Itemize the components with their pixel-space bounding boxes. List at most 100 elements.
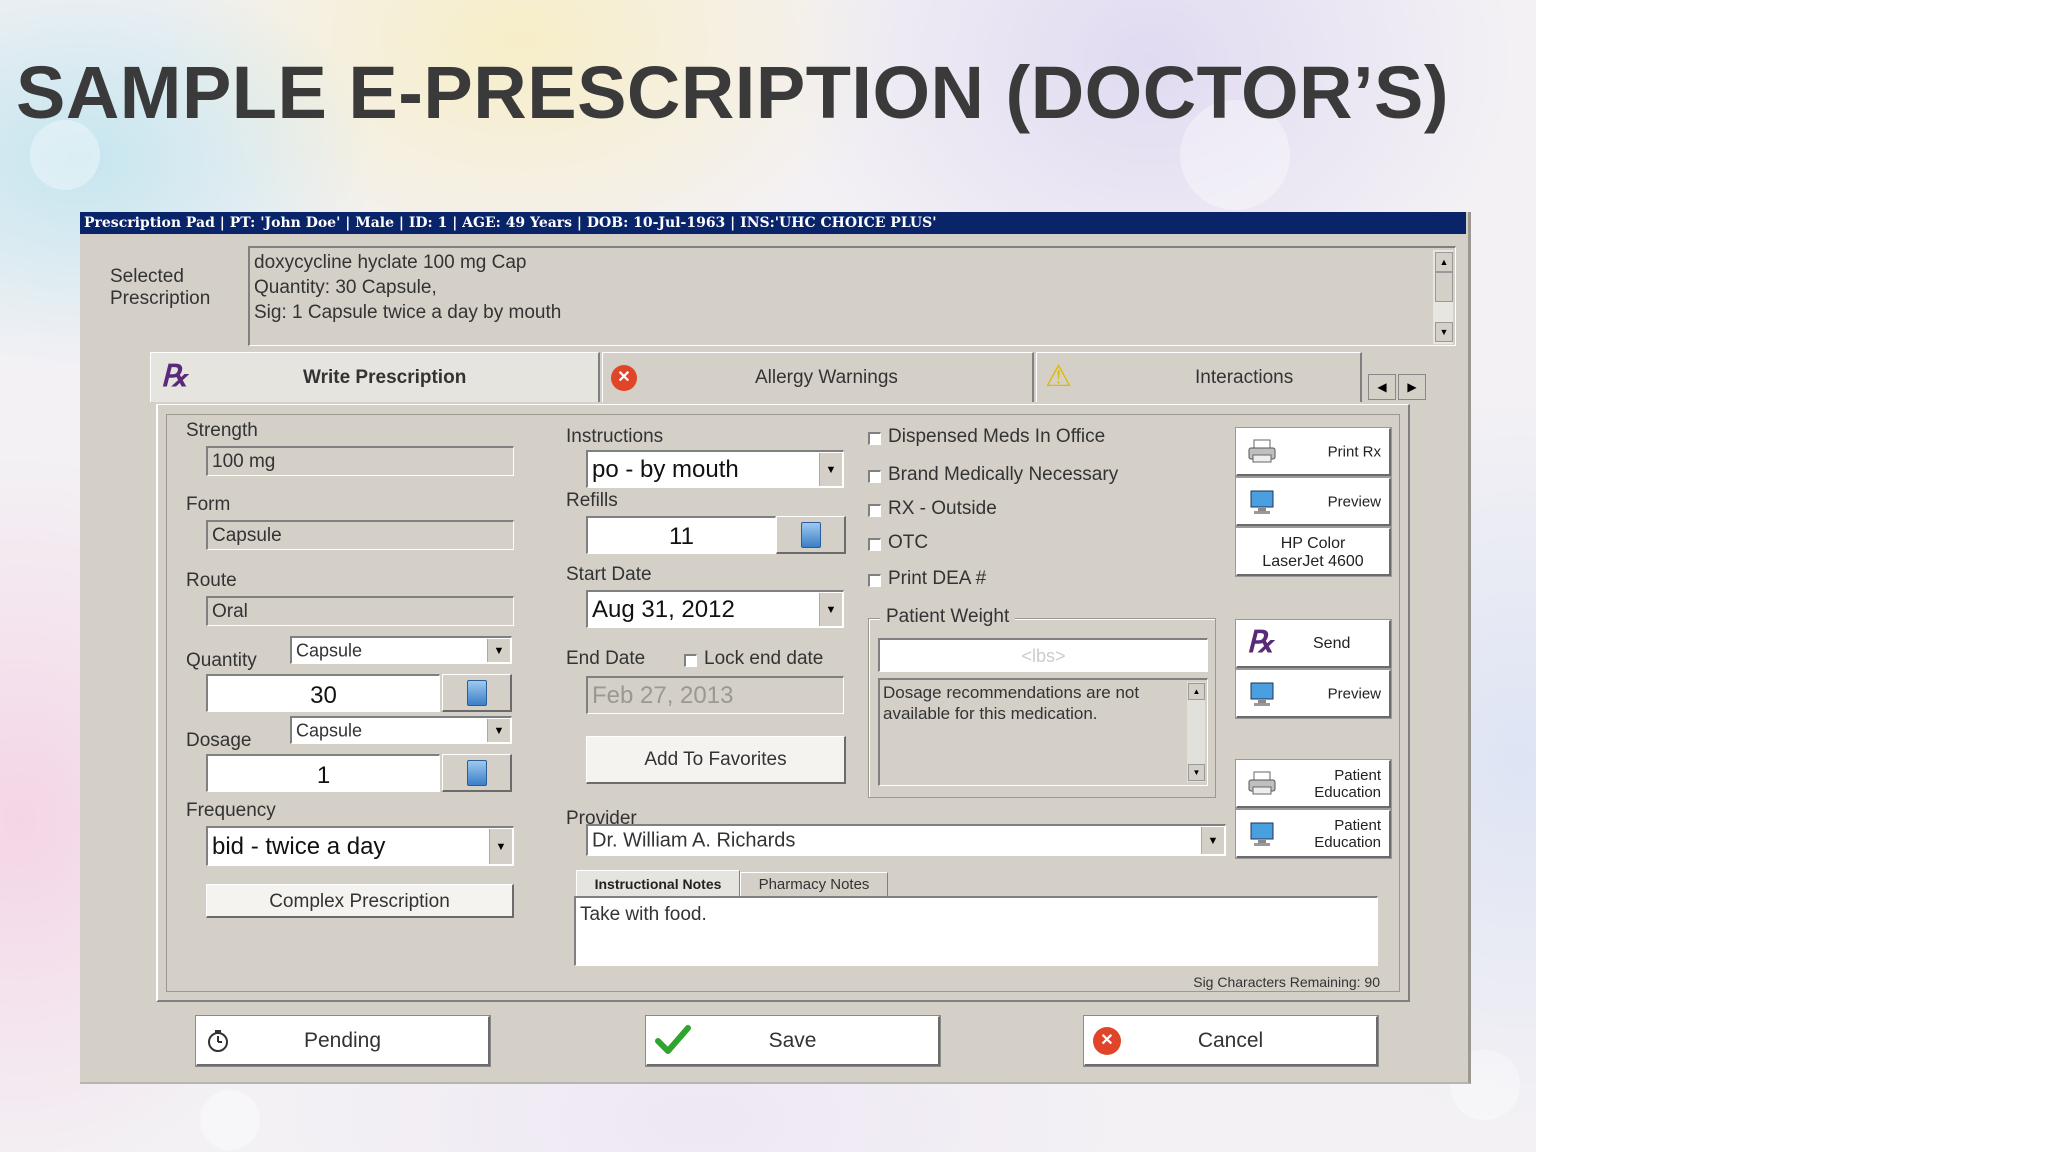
patient-education-line: Education	[1314, 783, 1381, 801]
scroll-thumb[interactable]	[1435, 272, 1453, 302]
patient-education-line: Education	[1314, 833, 1381, 851]
patient-weight-label: Patient Weight	[880, 606, 1016, 628]
chevron-down-icon[interactable]: ▼	[819, 593, 842, 626]
dosage-recommendation-box[interactable]: Dosage recommendations are not available…	[878, 678, 1208, 786]
scrollbar[interactable]: ▲ ▼	[1433, 250, 1453, 344]
rx-icon: ℞	[161, 359, 188, 394]
print-dea-checkbox[interactable]	[868, 574, 881, 587]
dosage-value: 1	[316, 762, 331, 789]
add-to-favorites-button[interactable]: Add To Favorites	[586, 736, 846, 784]
preview-label: Preview	[1327, 685, 1381, 702]
chevron-down-icon[interactable]: ▼	[487, 639, 510, 662]
sig-characters-remaining: Sig Characters Remaining: 90	[1193, 974, 1380, 990]
end-date-field[interactable]: Feb 27, 2013	[586, 676, 844, 714]
scroll-down-icon[interactable]: ▼	[1435, 322, 1453, 342]
scrollbar[interactable]: ▲ ▼	[1187, 682, 1205, 782]
selected-line: doxycycline hyclate 100 mg Cap	[254, 252, 527, 273]
frequency-select[interactable]: bid - twice a day ▼	[206, 826, 514, 866]
strength-label: Strength	[186, 420, 258, 441]
dosage-unit-select[interactable]: Capsule ▼	[290, 716, 512, 744]
dosage-lookup-button[interactable]	[442, 754, 512, 792]
patient-education-preview-button[interactable]: Patient Education	[1235, 809, 1392, 859]
tab-write-prescription[interactable]: ℞ Write Prescription	[150, 352, 600, 402]
instructions-select[interactable]: po - by mouth ▼	[586, 450, 844, 488]
slide-title: SAMPLE E-PRESCRIPTION (DOCTOR’S)	[16, 51, 1450, 134]
scroll-down-icon[interactable]: ▼	[1188, 764, 1205, 781]
selected-line: Sig: 1 Capsule twice a day by mouth	[254, 302, 562, 323]
form-field[interactable]: Capsule	[206, 520, 514, 550]
patient-weight-input[interactable]: <lbs>	[878, 638, 1208, 672]
route-label: Route	[186, 570, 237, 591]
patient-weight-placeholder: <lbs>	[1021, 646, 1066, 666]
instructions-label: Instructions	[566, 426, 664, 447]
print-rx-button[interactable]: Print Rx	[1235, 427, 1392, 477]
chevron-down-icon[interactable]: ▼	[487, 719, 510, 742]
strength-field[interactable]: 100 mg	[206, 446, 514, 476]
preview-send-button[interactable]: Preview	[1235, 669, 1392, 719]
print-dea-label: Print DEA #	[888, 568, 987, 589]
dosage-unit-value: Capsule	[296, 720, 363, 740]
form-label: Form	[186, 494, 231, 515]
dispensed-meds-checkbox[interactable]	[868, 432, 881, 445]
tab-label: Write Prescription	[303, 366, 467, 388]
quantity-lookup-button[interactable]	[442, 674, 512, 712]
rx-outside-checkbox[interactable]	[868, 504, 881, 517]
error-icon: ✕	[611, 365, 637, 391]
end-date-label: End Date	[566, 648, 646, 669]
provider-select[interactable]: Dr. William A. Richards ▼	[586, 824, 1226, 856]
tab-label: Interactions	[1195, 366, 1294, 388]
strength-value: 100 mg	[212, 450, 276, 472]
cancel-button[interactable]: ✕ Cancel	[1083, 1015, 1379, 1067]
rx-icon: ℞	[1247, 625, 1274, 660]
pending-button[interactable]: Pending	[195, 1015, 491, 1067]
refills-value: 11	[669, 523, 694, 550]
otc-label: OTC	[888, 532, 929, 553]
print-rx-label: Print Rx	[1327, 443, 1381, 460]
quantity-value: 30	[310, 682, 337, 709]
quantity-unit-select[interactable]: Capsule ▼	[290, 636, 512, 664]
selected-prescription-label: Selected Prescription	[110, 266, 210, 310]
chevron-down-icon[interactable]: ▼	[819, 453, 842, 486]
chevron-down-icon[interactable]: ▼	[489, 829, 512, 864]
preview-print-button[interactable]: Preview	[1235, 477, 1392, 527]
tab-instructional-notes[interactable]: Instructional Notes	[576, 870, 740, 897]
tab-scroll-left-icon[interactable]: ◀	[1368, 374, 1396, 400]
complex-prescription-button[interactable]: Complex Prescription	[206, 884, 514, 918]
send-button[interactable]: ℞ Send	[1235, 619, 1392, 669]
tab-label: Allergy Warnings	[755, 366, 898, 388]
patient-education-print-button[interactable]: Patient Education	[1235, 759, 1392, 809]
route-field[interactable]: Oral	[206, 596, 514, 626]
tab-scroll-right-icon[interactable]: ▶	[1398, 374, 1426, 400]
start-date-label: Start Date	[566, 564, 652, 585]
printer-icon	[1248, 439, 1276, 463]
instructional-notes-textarea[interactable]: Take with food.	[574, 896, 1378, 966]
chevron-down-icon[interactable]: ▼	[1201, 827, 1224, 854]
printer-icon	[1248, 771, 1276, 795]
tab-pharmacy-notes[interactable]: Pharmacy Notes	[740, 872, 888, 897]
window-title-bar: Prescription Pad | PT: 'John Doe' | Male…	[80, 212, 1466, 234]
tab-allergy-warnings[interactable]: ✕ Allergy Warnings	[602, 352, 1034, 402]
printer-name-line: HP Color	[1280, 535, 1346, 552]
save-button[interactable]: Save	[645, 1015, 941, 1067]
lock-end-date-checkbox[interactable]	[684, 654, 697, 667]
form-value: Capsule	[212, 524, 282, 546]
rx-outside-label: RX - Outside	[888, 498, 997, 519]
dosage-label: Dosage	[186, 730, 252, 751]
quantity-label: Quantity	[186, 650, 257, 671]
cancel-label: Cancel	[1197, 1028, 1264, 1052]
start-date-picker[interactable]: Aug 31, 2012 ▼	[586, 590, 844, 628]
otc-checkbox[interactable]	[868, 538, 881, 551]
brand-necessary-checkbox[interactable]	[868, 470, 881, 483]
quantity-input[interactable]: 30	[206, 674, 440, 712]
selected-prescription-box[interactable]: doxycycline hyclate 100 mg Cap Quantity:…	[248, 246, 1456, 346]
printer-selector[interactable]: HP Color LaserJet 4600	[1235, 527, 1392, 577]
scroll-up-icon[interactable]: ▲	[1435, 252, 1453, 272]
refills-lookup-button[interactable]	[776, 516, 846, 554]
refills-input[interactable]: 11	[586, 516, 776, 554]
scroll-up-icon[interactable]: ▲	[1188, 683, 1205, 700]
send-label: Send	[1313, 635, 1351, 652]
dosage-input[interactable]: 1	[206, 754, 440, 792]
lock-end-date-label: Lock end date	[704, 648, 824, 669]
tab-interactions[interactable]: ⚠ Interactions	[1036, 352, 1362, 402]
start-date-value: Aug 31, 2012	[592, 595, 735, 623]
